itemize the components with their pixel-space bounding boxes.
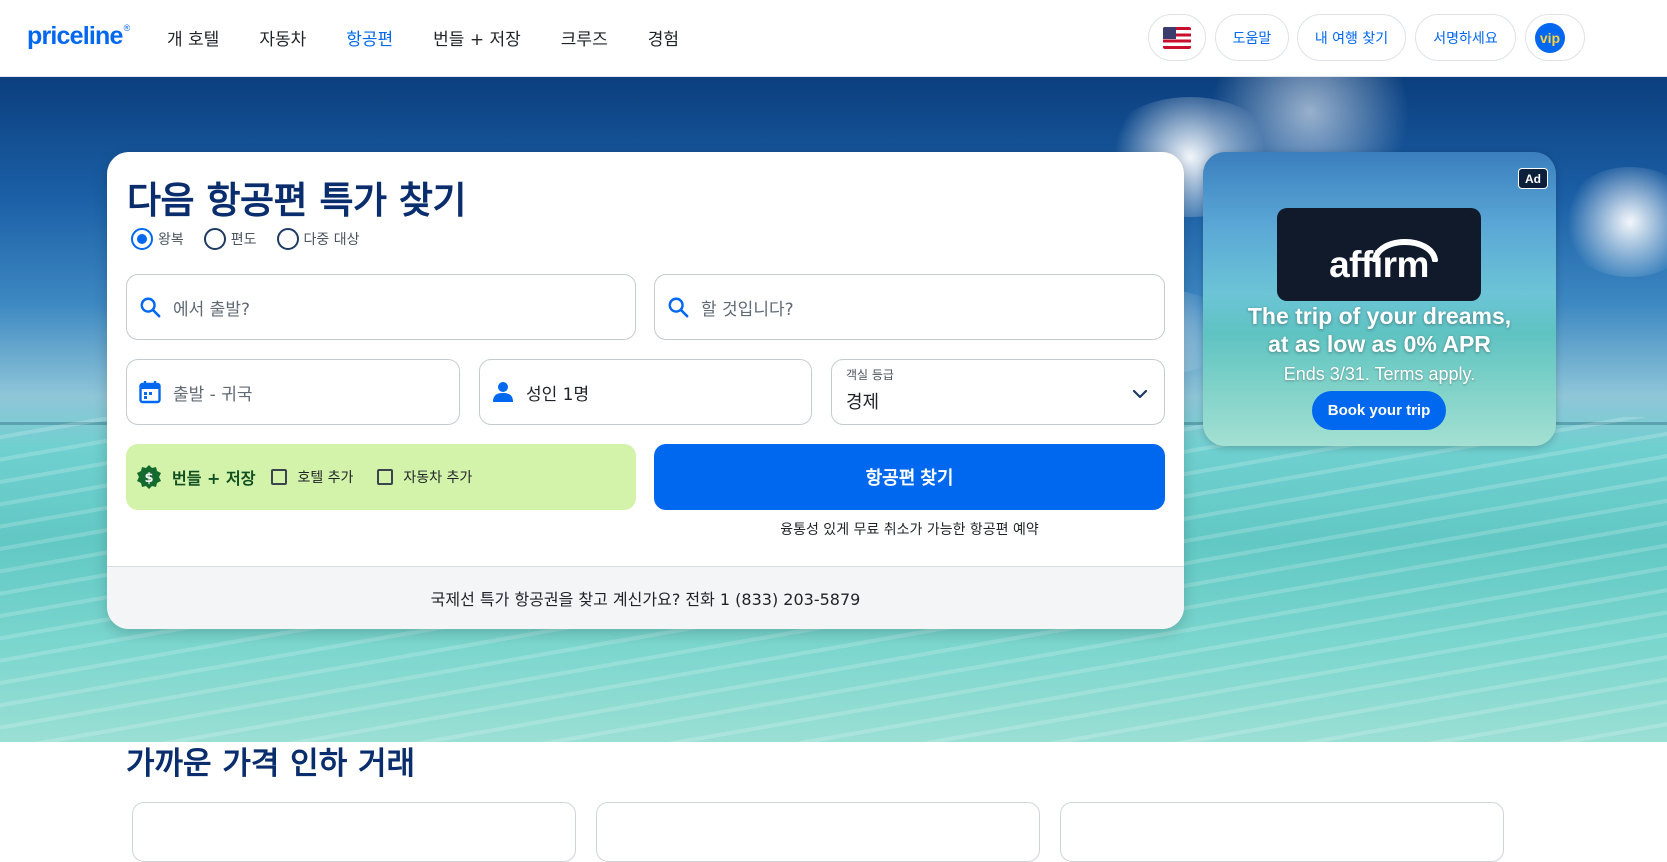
radio-unselected-icon bbox=[203, 228, 226, 250]
affirm-ad[interactable]: Ad affirm The trip of your dreams, at as… bbox=[1203, 152, 1556, 446]
dates-input[interactable]: 출발 - 귀국 bbox=[126, 359, 460, 425]
top-header: priceline® 개 호텔 자동차 항공편 번들 + 저장 크루즈 경험 도… bbox=[0, 0, 1667, 77]
nav-experiences[interactable]: 경험 bbox=[648, 25, 679, 50]
intl-phone-footer: 국제선 특가 항공권을 찾고 계신가요? 전화 1 (833) 203-5879 bbox=[107, 566, 1184, 629]
bundle-title: 번들 + 저장 bbox=[172, 469, 256, 488]
book-trip-button[interactable]: Book your trip bbox=[1312, 391, 1446, 430]
nav-cruises[interactable]: 크루즈 bbox=[561, 25, 608, 50]
trip-type-oneway[interactable]: 편도 bbox=[203, 228, 257, 250]
svg-text:$: $ bbox=[144, 471, 153, 486]
checkbox-icon bbox=[377, 469, 394, 485]
add-hotel-label: 호텔 추가 bbox=[297, 470, 354, 486]
logo-registered-mark: ® bbox=[123, 22, 131, 33]
calendar-icon bbox=[139, 380, 161, 404]
destination-input[interactable]: 할 것입니다? bbox=[654, 274, 1165, 340]
trip-type-group: 왕복 편도 다중 대상 bbox=[131, 228, 380, 250]
checkbox-icon bbox=[271, 469, 288, 485]
flight-search-card: 다음 항공편 특가 찾기 왕복 편도 다중 대상 에서 출발? 할 것입니다? … bbox=[107, 152, 1184, 629]
help-button[interactable]: 도움말 bbox=[1215, 14, 1289, 61]
cabin-class-value: 경제 bbox=[846, 392, 880, 413]
priceline-logo[interactable]: priceline® bbox=[27, 22, 131, 51]
travelers-input[interactable]: 성인 1명 bbox=[479, 359, 812, 425]
vip-badge: vip bbox=[1535, 22, 1565, 53]
nav-bundles[interactable]: 번들 + 저장 bbox=[433, 25, 521, 50]
search-icon bbox=[667, 296, 689, 318]
ad-tag: Ad bbox=[1518, 168, 1548, 189]
dates-placeholder: 출발 - 귀국 bbox=[173, 384, 253, 405]
person-icon bbox=[492, 381, 514, 403]
trip-type-label: 왕복 bbox=[158, 232, 184, 248]
cabin-class-label: 객실 등급 bbox=[846, 368, 894, 382]
add-car-checkbox[interactable]: 자동차 추가 bbox=[377, 467, 472, 487]
chevron-down-icon bbox=[1132, 384, 1148, 403]
nav-hotels[interactable]: 개 호텔 bbox=[167, 25, 219, 50]
find-trips-button[interactable]: 내 여행 찾기 bbox=[1297, 14, 1406, 61]
search-icon bbox=[139, 296, 161, 318]
sign-in-button[interactable]: 서명하세요 bbox=[1415, 14, 1516, 61]
main-nav: 개 호텔 자동차 항공편 번들 + 저장 크루즈 경험 bbox=[167, 25, 719, 50]
destination-placeholder: 할 것입니다? bbox=[701, 299, 794, 320]
deal-card[interactable] bbox=[132, 802, 576, 862]
affirm-logo: affirm bbox=[1277, 208, 1481, 301]
find-flights-button[interactable]: 항공편 찾기 bbox=[654, 444, 1165, 510]
deals-title: 가까운 가격 인하 거래 bbox=[126, 746, 416, 782]
ad-headline: The trip of your dreams, at as low as 0%… bbox=[1203, 302, 1556, 358]
bundle-save-panel: $ 번들 + 저장 호텔 추가 자동차 추가 bbox=[126, 444, 636, 510]
trip-type-roundtrip[interactable]: 왕복 bbox=[131, 228, 184, 250]
add-car-label: 자동차 추가 bbox=[403, 470, 473, 486]
deal-card[interactable] bbox=[1060, 802, 1504, 862]
ad-headline-line-2: at as low as 0% APR bbox=[1268, 331, 1491, 357]
cabin-class-select[interactable]: 객실 등급 경제 bbox=[831, 359, 1165, 425]
trip-type-label: 편도 bbox=[230, 232, 257, 248]
radio-unselected-icon bbox=[276, 228, 299, 250]
free-cancel-note: 융통성 있게 무료 취소가 가능한 항공편 예약 bbox=[780, 522, 1039, 538]
cloud-shape bbox=[1560, 167, 1667, 277]
nav-cars[interactable]: 자동차 bbox=[259, 25, 306, 50]
affirm-brand: affirm bbox=[1329, 243, 1429, 285]
radio-selected-icon bbox=[131, 228, 153, 250]
search-title: 다음 항공편 특가 찾기 bbox=[127, 179, 467, 222]
vip-button[interactable]: vip bbox=[1525, 14, 1585, 61]
dollar-badge-icon: $ bbox=[136, 464, 162, 490]
ad-headline-line-1: The trip of your dreams, bbox=[1247, 303, 1512, 329]
trip-type-multicity[interactable]: 다중 대상 bbox=[276, 228, 360, 250]
add-hotel-checkbox[interactable]: 호텔 추가 bbox=[271, 467, 353, 487]
origin-placeholder: 에서 출발? bbox=[173, 299, 250, 320]
deal-card[interactable] bbox=[596, 802, 1040, 862]
logo-text: priceline bbox=[27, 22, 123, 50]
trip-type-label: 다중 대상 bbox=[303, 232, 360, 248]
origin-input[interactable]: 에서 출발? bbox=[126, 274, 636, 340]
ad-subline: Ends 3/31. Terms apply. bbox=[1283, 364, 1476, 384]
nav-flights[interactable]: 항공편 bbox=[346, 25, 393, 50]
us-flag-icon bbox=[1163, 26, 1191, 49]
travelers-value: 성인 1명 bbox=[526, 384, 590, 405]
language-button[interactable] bbox=[1148, 14, 1206, 61]
